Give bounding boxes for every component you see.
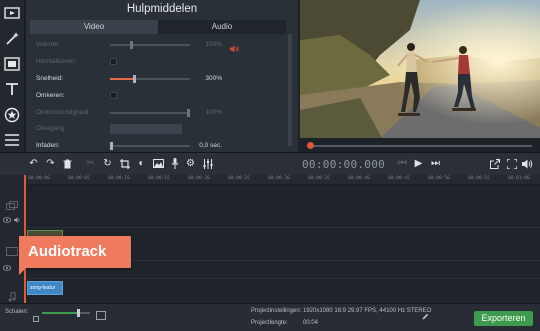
tab-video[interactable]: Video xyxy=(30,20,158,34)
opacity-slider[interactable] xyxy=(110,109,190,117)
ruler-tick: 00:00:10 xyxy=(108,176,130,181)
track-divider xyxy=(25,278,540,279)
play-icon[interactable]: ▶ xyxy=(412,157,425,170)
tab-audio[interactable]: Audio xyxy=(158,20,286,34)
seek-track[interactable] xyxy=(310,145,532,147)
panel-title: Hulpmiddelen xyxy=(126,3,198,15)
reverse-label: Omkeren: xyxy=(36,92,65,99)
volume-icon[interactable] xyxy=(521,157,534,170)
rotate-icon[interactable]: ↻ xyxy=(101,157,114,170)
preview-seekbar[interactable] xyxy=(300,139,540,152)
settings-gear-icon[interactable]: ⚙ xyxy=(184,157,197,170)
ruler-tick: 00:00:25 xyxy=(228,176,250,181)
eye-icon[interactable] xyxy=(2,210,12,223)
volume-value[interactable]: 100% xyxy=(196,41,224,50)
more-tools-icon[interactable] xyxy=(3,131,21,149)
edit-toolbar xyxy=(0,152,540,175)
track-divider xyxy=(25,227,540,228)
video-eye-icon[interactable] xyxy=(2,258,12,271)
import-media-icon[interactable] xyxy=(3,4,21,22)
next-frame-icon[interactable]: ⏭ xyxy=(429,157,442,170)
ruler-tick: 00:00:30 xyxy=(268,176,290,181)
transition-label: Overgang: xyxy=(36,125,67,132)
ruler-tick: 00:01:00 xyxy=(508,176,530,181)
edit-pencil-icon[interactable] xyxy=(422,307,429,320)
music-track-icon[interactable] xyxy=(8,289,16,302)
export-button[interactable]: Exporteren xyxy=(474,311,533,326)
ruler-tick: 00:00:40 xyxy=(348,176,370,181)
volume-slider[interactable] xyxy=(110,41,190,49)
timeline-ruler[interactable]: 00:00:00 00:00:05 00:00:10 00:00:15 00:0… xyxy=(25,175,540,185)
audio-clip[interactable]: song-featur xyxy=(27,281,63,295)
zoom-handle[interactable] xyxy=(77,309,80,317)
ruler-tick: 00:00:50 xyxy=(428,176,450,181)
speed-label: Snelheid: xyxy=(36,75,64,82)
video-preview xyxy=(300,0,540,138)
ruler-tick: 00:00:05 xyxy=(68,176,90,181)
properties-tabs: Video Audio xyxy=(30,20,286,34)
project-settings-value: 1920x1080 16:9 29.97 FPS, 44100 Hz STERE… xyxy=(303,308,432,314)
delete-icon[interactable] xyxy=(61,157,74,170)
color-adjust-icon[interactable]: ◐ xyxy=(135,157,148,170)
project-length-label: Projectlengte: xyxy=(251,320,288,326)
filters-icon[interactable] xyxy=(3,55,21,73)
speed-slider[interactable] xyxy=(110,75,190,83)
titles-icon[interactable] xyxy=(3,80,21,98)
opacity-value[interactable]: 100% xyxy=(196,109,224,118)
magic-wand-icon[interactable] xyxy=(3,30,21,48)
zoom-out-icon[interactable] xyxy=(33,309,39,322)
ruler-tick: 00:00:20 xyxy=(188,176,210,181)
cut-icon[interactable]: ✂ xyxy=(84,157,97,170)
tools-sidebar xyxy=(0,0,25,152)
preview-scene xyxy=(300,0,540,138)
project-length-value: 00:04 xyxy=(303,320,319,326)
seek-handle[interactable] xyxy=(307,142,314,149)
transition-dropdown[interactable] xyxy=(110,124,182,134)
undo-icon[interactable]: ↶ xyxy=(27,157,40,170)
properties-scrollbar[interactable] xyxy=(288,34,292,146)
microphone-icon[interactable] xyxy=(168,157,181,170)
callout-tail xyxy=(19,268,26,275)
timecode-display: 00:00:00.000 xyxy=(302,158,386,171)
normalize-label: Normaliseren: xyxy=(36,58,77,65)
popout-icon[interactable] xyxy=(488,157,501,170)
fullscreen-icon[interactable] xyxy=(505,157,518,170)
ruler-tick: 00:00:45 xyxy=(388,176,410,181)
audiotrack-callout: Audiotrack xyxy=(19,236,131,268)
normalize-checkbox[interactable] xyxy=(110,58,117,65)
volume-label: Volume: xyxy=(36,41,60,48)
fade-in-value[interactable]: 0,0 sec. xyxy=(196,142,224,151)
zoom-in-icon[interactable] xyxy=(96,307,106,320)
stickers-icon[interactable] xyxy=(3,106,21,124)
track-volume-icon[interactable] xyxy=(14,210,21,223)
image-icon[interactable] xyxy=(152,157,165,170)
scale-label: Schalen: xyxy=(5,309,29,315)
zoom-fill xyxy=(42,312,78,314)
ruler-tick: 00:00:15 xyxy=(148,176,170,181)
zoom-slider[interactable] xyxy=(42,309,90,317)
overlay-track-icon[interactable] xyxy=(6,197,18,210)
reverse-checkbox[interactable] xyxy=(110,92,117,99)
mute-icon[interactable] xyxy=(230,40,239,53)
previous-frame-icon[interactable]: ⏮ xyxy=(396,157,409,170)
video-track-icon[interactable] xyxy=(6,243,18,256)
speed-value[interactable]: 300% xyxy=(196,75,224,84)
ruler-tick: 00:00:00 xyxy=(28,176,50,181)
fade-in-label: Infaden: xyxy=(36,142,60,149)
equalizer-icon[interactable] xyxy=(201,157,214,170)
redo-icon[interactable]: ↷ xyxy=(44,157,57,170)
project-settings-label: Projectinstellingen: xyxy=(251,308,302,314)
ruler-tick: 00:00:35 xyxy=(308,176,330,181)
opacity-label: Ondoorzichtigheid: xyxy=(36,109,91,116)
ruler-tick: 00:00:55 xyxy=(468,176,490,181)
crop-icon[interactable] xyxy=(118,157,131,170)
fade-in-slider[interactable] xyxy=(110,142,190,150)
